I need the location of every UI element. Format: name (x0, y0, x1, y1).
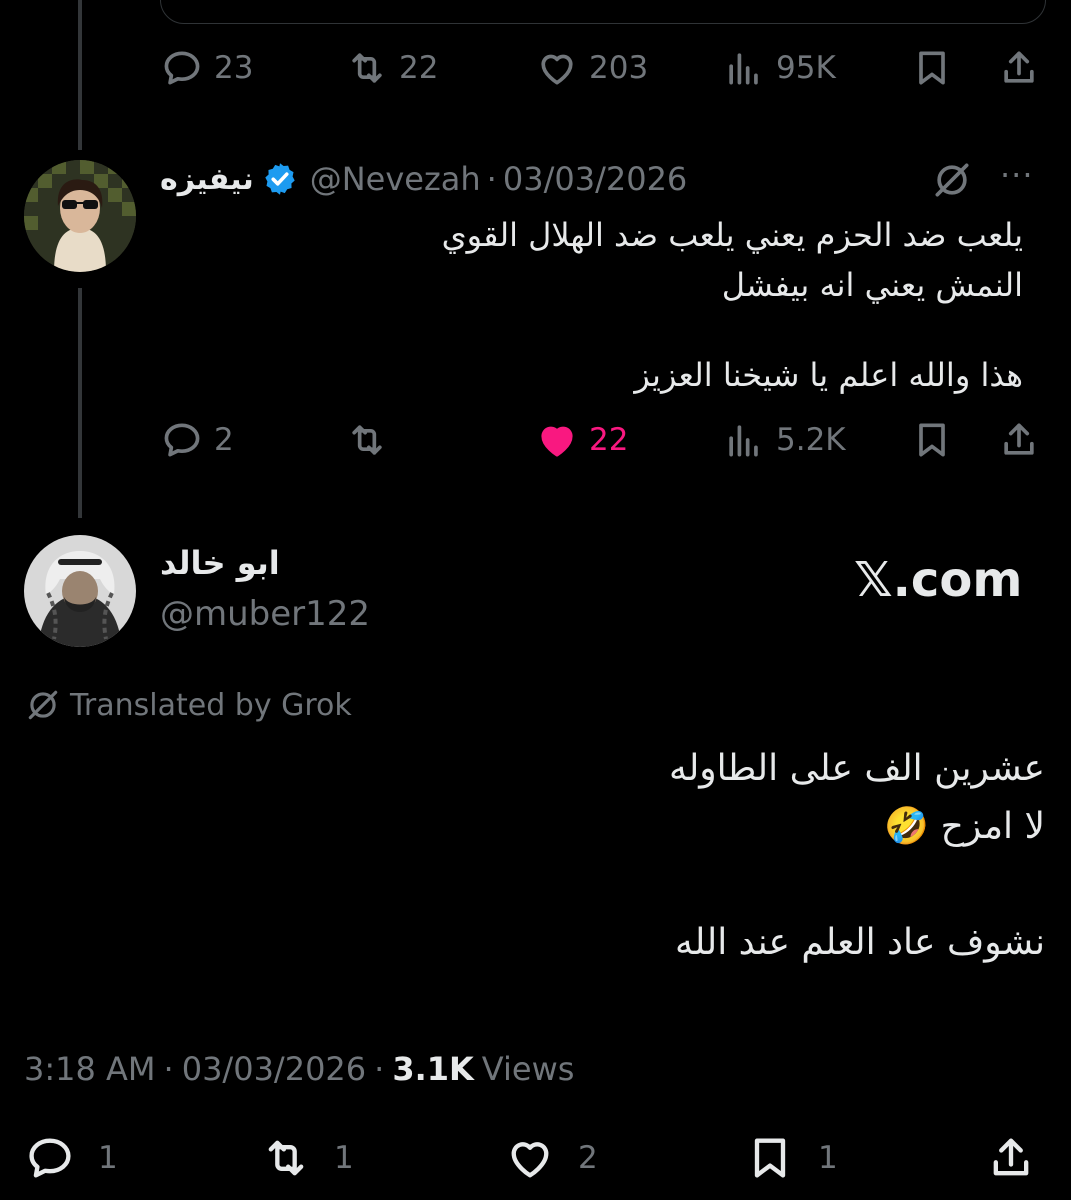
heart-filled-icon (541, 426, 573, 457)
repost-button[interactable] (345, 418, 399, 462)
heart-icon (541, 54, 573, 85)
bookmark-icon (919, 423, 945, 457)
top-tweet-actions: 23 22 203 95K (0, 42, 1071, 98)
reply-text-line-3: هذا والله اعلم يا شيخنا العزيز (634, 356, 1023, 394)
reply-count: 2 (214, 422, 234, 458)
repost-icon (268, 1140, 304, 1176)
meta-separator-2: · (374, 1050, 385, 1088)
bookmark-icon (919, 51, 945, 85)
more-options-button[interactable]: ··· (1000, 156, 1034, 194)
bookmark-count: 1 (818, 1140, 838, 1176)
grok-icon (935, 163, 969, 197)
share-button[interactable] (985, 1132, 1037, 1184)
reply-button[interactable]: 23 (160, 46, 253, 90)
display-name[interactable]: نيفيزه (160, 162, 254, 197)
repost-button[interactable]: 1 (260, 1132, 354, 1184)
like-button[interactable]: 203 (535, 46, 648, 90)
translated-by-grok[interactable]: Translated by Grok (24, 686, 352, 724)
reply-button[interactable]: 2 (160, 418, 234, 462)
main-text-line-3: نشوف عاد العلم عند الله (675, 922, 1045, 963)
reply-tweet-text: يلعب ضد الحزم يعني يلعب ضد الهلال القوي … (163, 210, 1023, 400)
like-count: 22 (589, 422, 629, 458)
translated-label: Translated by Grok (70, 687, 352, 723)
reply-icon (164, 423, 200, 457)
reply-text-line-2: النمش يعني انه بيفشل (721, 266, 1023, 304)
views-icon (729, 425, 758, 457)
views-icon (729, 53, 758, 85)
avatar-nevezah[interactable] (24, 160, 136, 272)
handle[interactable]: @muber122 (160, 594, 370, 634)
repost-icon (352, 425, 382, 455)
tweet-meta: 3:18 AM · 03/03/2026 · 3.1K Views (24, 1050, 574, 1088)
reply-icon (164, 51, 200, 85)
main-tweet-actions: 1 1 2 1 (0, 1130, 1071, 1186)
like-button[interactable]: 2 (504, 1132, 598, 1184)
bookmark-button[interactable] (910, 46, 954, 90)
reply-count: 1 (98, 1140, 118, 1176)
share-icon (1004, 423, 1034, 455)
share-icon (993, 1138, 1029, 1176)
repost-icon (352, 53, 382, 83)
views-button[interactable]: 5.2K (722, 418, 846, 462)
header-separator: · (486, 160, 497, 198)
reply-tweet-actions: 2 22 5.2K (0, 414, 1071, 470)
like-count: 203 (589, 50, 649, 86)
thread-line-bottom (78, 288, 82, 518)
reply-count: 23 (214, 50, 254, 86)
avatar-muber122[interactable] (24, 535, 136, 647)
views-label: Views (481, 1050, 575, 1088)
avatar-image (24, 535, 136, 647)
views-count: 95K (776, 50, 836, 86)
verified-badge (262, 161, 298, 197)
main-tweet-text: عشرين الف على الطاوله لا امزح 🤣 نشوف عاد… (145, 740, 1045, 972)
x-com-watermark: 𝕏.com (854, 552, 1023, 608)
reply-text-line-1: يلعب ضد الحزم يعني يلعب ضد الهلال القوي (441, 216, 1023, 254)
reply-icon (29, 1138, 71, 1178)
grok-icon (28, 690, 58, 720)
main-text-line-2: لا امزح 🤣 (884, 806, 1045, 847)
like-button-active[interactable]: 22 (535, 418, 628, 462)
tweet-date[interactable]: 03/03/2026 (182, 1050, 366, 1088)
share-button[interactable] (997, 418, 1041, 462)
views-count: 5.2K (776, 422, 846, 458)
reply-button[interactable]: 1 (24, 1132, 118, 1184)
share-button[interactable] (997, 46, 1041, 90)
share-icon (1004, 51, 1034, 83)
display-name[interactable]: ابو خالد (160, 544, 280, 582)
repost-button[interactable]: 22 (345, 46, 438, 90)
bookmark-button[interactable]: 1 (744, 1132, 838, 1184)
handle[interactable]: @Nevezah (310, 160, 481, 198)
bookmark-icon (754, 1138, 786, 1178)
heart-icon (511, 1142, 549, 1178)
tweet-date[interactable]: 03/03/2026 (503, 160, 687, 198)
views-count: 3.1K (392, 1050, 474, 1088)
like-count: 2 (578, 1140, 598, 1176)
reply-tweet-header: نيفيزه @Nevezah · 03/03/2026 (160, 158, 687, 200)
bookmark-button[interactable] (910, 418, 954, 462)
avatar-image (24, 160, 136, 272)
grok-translate-button[interactable] (930, 158, 974, 206)
tweet-time[interactable]: 3:18 AM (24, 1050, 156, 1088)
quoted-tweet-card[interactable] (160, 0, 1046, 24)
verified-icon (265, 163, 295, 195)
meta-separator: · (163, 1050, 174, 1088)
repost-count: 22 (399, 50, 439, 86)
views-button[interactable]: 95K (722, 46, 836, 90)
repost-count: 1 (334, 1140, 354, 1176)
main-text-line-1: عشرين الف على الطاوله (669, 748, 1045, 789)
